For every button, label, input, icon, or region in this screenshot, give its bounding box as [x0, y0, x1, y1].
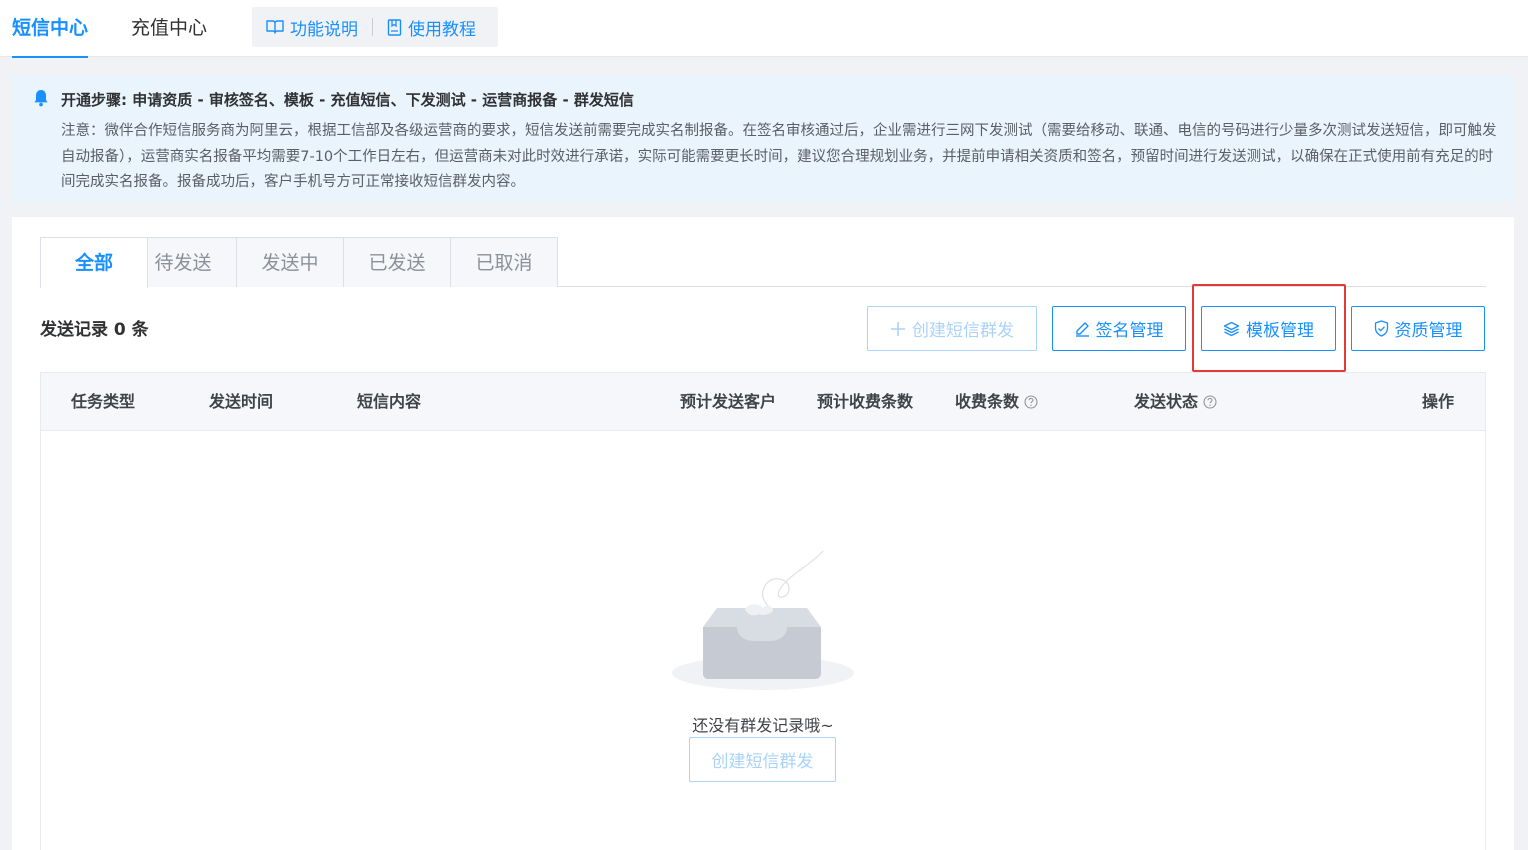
- signature-management-label: 签名管理: [1095, 321, 1164, 341]
- tutorial-link[interactable]: 使用教程: [373, 7, 490, 47]
- header-task-type: 任务类型: [71, 392, 136, 411]
- nav-tab-sms-center[interactable]: 短信中心: [12, 14, 89, 58]
- tab-sent[interactable]: 已发送: [343, 237, 451, 287]
- doc-icon: [387, 18, 402, 36]
- table-header: 任务类型 发送时间 短信内容 预计发送客户 预计收费条数 收费条数 发送状态 操…: [41, 373, 1485, 431]
- activation-notice: 开通步骤: 申请资质 - 审核签名、模板 - 充值短信、下发测试 - 运营商报备…: [12, 76, 1514, 202]
- signature-management-button[interactable]: 签名管理: [1052, 306, 1186, 351]
- header-action: 操作: [1422, 392, 1455, 411]
- empty-create-sms-broadcast-button[interactable]: 创建短信群发: [689, 737, 836, 782]
- qualification-management-button[interactable]: 资质管理: [1351, 306, 1485, 351]
- tab-cancelled[interactable]: 已取消: [450, 237, 558, 287]
- header-send-time: 发送时间: [209, 392, 274, 411]
- header-estimated-customers: 预计发送客户: [680, 392, 777, 411]
- tutorial-label: 使用教程: [408, 19, 476, 40]
- shield-check-icon: [1374, 320, 1388, 337]
- qualification-management-label: 资质管理: [1394, 321, 1463, 341]
- bell-icon: [34, 90, 48, 107]
- status-tabs: 全部 待发送 发送中 已发送 已取消: [40, 237, 1486, 288]
- records-table: 任务类型 发送时间 短信内容 预计发送客户 预计收费条数 收费条数 发送状态 操…: [40, 372, 1486, 850]
- empty-inbox-illustration: [672, 550, 854, 690]
- records-card: 全部 待发送 发送中 已发送 已取消 发送记录 0 条 创建短信群发 签名管理 …: [12, 217, 1514, 850]
- help-circle-icon[interactable]: [1024, 395, 1038, 409]
- create-sms-broadcast-button[interactable]: 创建短信群发: [867, 306, 1037, 351]
- notice-body: 注意：微伴合作短信服务商为阿里云，根据工信部及各级运营商的要求，短信发送前需要完…: [61, 123, 1497, 190]
- feature-description-link[interactable]: 功能说明: [252, 7, 372, 47]
- header-charge-count-label: 收费条数: [955, 392, 1020, 411]
- nav-tab-recharge-center[interactable]: 充值中心: [131, 14, 207, 42]
- tab-sending[interactable]: 发送中: [236, 237, 344, 287]
- header-sms-content: 短信内容: [357, 392, 422, 411]
- template-management-label: 模板管理: [1246, 321, 1314, 341]
- tab-all[interactable]: 全部: [40, 237, 148, 288]
- help-links: 功能说明 使用教程: [252, 7, 498, 47]
- top-nav: 短信中心 充值中心 功能说明 使用教程: [0, 0, 1528, 58]
- header-charge-count: 收费条数: [955, 390, 1038, 414]
- header-estimated-charge: 预计收费条数: [817, 392, 914, 411]
- template-management-button[interactable]: 模板管理: [1201, 306, 1336, 351]
- layers-icon: [1223, 321, 1240, 336]
- record-count: 发送记录 0 条: [40, 320, 149, 340]
- notice-title: 开通步骤: 申请资质 - 审核签名、模板 - 充值短信、下发测试 - 运营商报备…: [61, 91, 634, 109]
- help-circle-icon[interactable]: [1203, 395, 1217, 409]
- book-icon: [266, 20, 284, 34]
- create-sms-broadcast-label: 创建短信群发: [912, 321, 1014, 341]
- plus-icon: [891, 321, 905, 336]
- header-send-status-label: 发送状态: [1134, 392, 1199, 411]
- feature-description-label: 功能说明: [290, 19, 358, 40]
- empty-state-text: 还没有群发记录哦~: [692, 716, 834, 735]
- edit-icon: [1075, 321, 1089, 337]
- header-send-status: 发送状态: [1134, 390, 1217, 414]
